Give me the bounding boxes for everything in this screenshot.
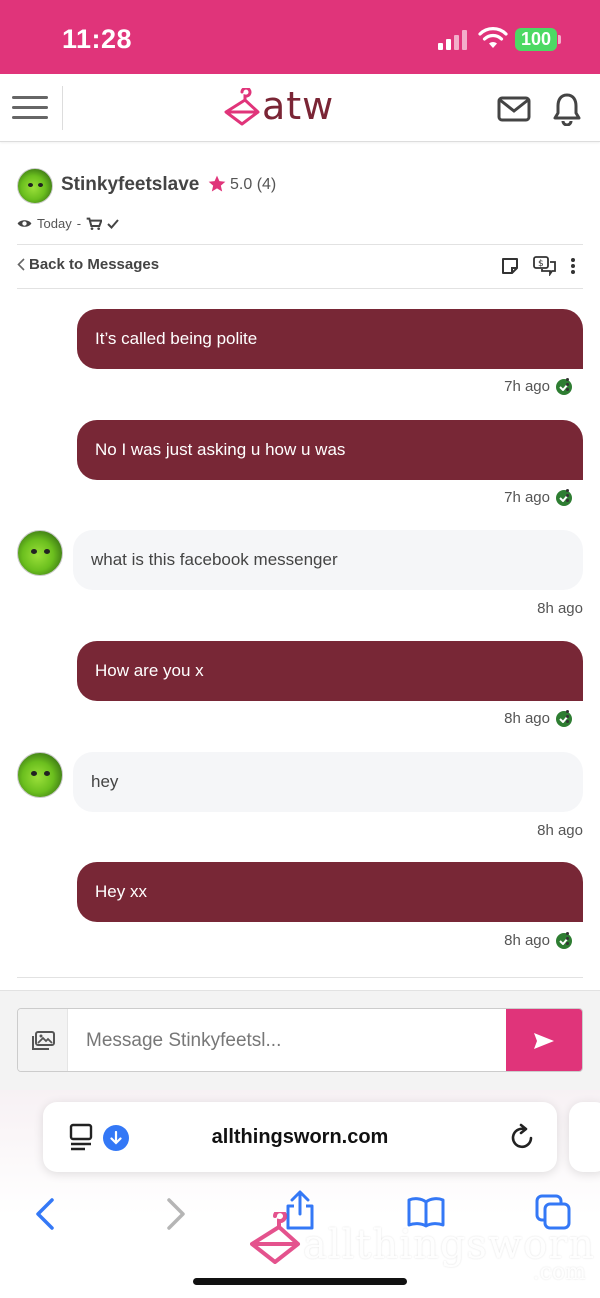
forward-icon[interactable] xyxy=(165,1197,187,1231)
sender-avatar[interactable] xyxy=(17,752,63,798)
last-seen-text: Today xyxy=(37,216,72,231)
avatar[interactable] xyxy=(17,168,53,204)
message-composer xyxy=(17,1008,583,1072)
message-menu-icon[interactable] xyxy=(566,931,569,945)
back-label: Back to Messages xyxy=(29,256,160,273)
read-check-icon xyxy=(556,489,572,506)
reload-icon[interactable] xyxy=(510,1123,536,1151)
cellular-signal-icon xyxy=(438,30,468,50)
rating-value: 5.0 xyxy=(230,176,253,193)
sent-message: It’s called being polite xyxy=(77,309,583,369)
battery-nub xyxy=(558,35,561,44)
read-check-icon xyxy=(556,932,572,949)
read-check-icon xyxy=(556,378,572,395)
bell-icon[interactable] xyxy=(552,92,582,126)
message-time: 7h ago xyxy=(504,378,550,395)
last-seen-row: Today - xyxy=(17,216,119,231)
received-message: hey xyxy=(73,752,583,812)
message-time: 8h ago xyxy=(504,932,550,949)
url-text[interactable]: allthingsworn.com xyxy=(43,1126,557,1149)
address-bar[interactable]: allthingsworn.com xyxy=(43,1102,557,1172)
status-time: 11:28 xyxy=(62,24,133,54)
message-menu-icon[interactable] xyxy=(566,709,569,723)
attach-photo-button[interactable] xyxy=(18,1009,68,1071)
wifi-icon xyxy=(478,27,508,48)
divider xyxy=(17,977,583,978)
message-menu-icon[interactable] xyxy=(566,377,569,391)
read-check-icon xyxy=(556,710,572,727)
battery-indicator: 100 xyxy=(515,28,557,51)
received-message: what is this facebook messenger xyxy=(73,530,583,590)
message-time: 8h ago xyxy=(504,710,550,727)
avatar xyxy=(17,530,63,576)
message-meta: 7h ago xyxy=(504,378,572,395)
meta-separator: - xyxy=(76,216,82,231)
message-meta: 7h ago xyxy=(504,489,572,506)
message-input[interactable] xyxy=(68,1009,508,1071)
message-menu-icon[interactable] xyxy=(566,488,569,502)
mail-icon[interactable] xyxy=(497,96,531,122)
status-bar: 11:28 100 xyxy=(0,0,600,74)
note-icon[interactable] xyxy=(501,257,519,275)
rating-count: (4) xyxy=(256,176,277,193)
back-to-messages-link[interactable]: Back to Messages xyxy=(17,256,159,273)
sender-avatar[interactable] xyxy=(17,530,63,576)
menu-icon[interactable] xyxy=(12,94,48,122)
message-meta: 8h ago xyxy=(504,710,572,727)
composer-area xyxy=(0,990,600,1090)
eye-icon xyxy=(17,220,32,227)
header-divider xyxy=(62,86,63,130)
conversation-tools: $ xyxy=(501,256,575,276)
home-indicator xyxy=(193,1278,407,1285)
sent-message: How are you x xyxy=(77,641,583,701)
watermark-suffix: .com xyxy=(532,1260,586,1285)
divider xyxy=(17,288,583,289)
svg-text:$: $ xyxy=(538,259,544,269)
app-header: atw xyxy=(0,74,600,142)
sent-message: Hey xx xyxy=(77,862,583,922)
chevron-left-icon xyxy=(17,258,25,271)
message-meta: 8h ago xyxy=(504,932,572,949)
star-icon xyxy=(208,175,226,192)
next-tab-peek[interactable] xyxy=(569,1102,600,1172)
seller-rating: 5.0 (4) xyxy=(230,176,276,194)
cart-icon xyxy=(86,217,103,230)
seller-name[interactable]: Stinkyfeetslave xyxy=(61,174,199,196)
back-icon[interactable] xyxy=(34,1197,56,1231)
avatar xyxy=(17,752,63,798)
message-time: 7h ago xyxy=(504,489,550,506)
checkmark-icon xyxy=(107,218,119,229)
send-icon xyxy=(534,1033,554,1049)
logo-text[interactable]: atw xyxy=(262,84,334,128)
money-chat-icon[interactable]: $ xyxy=(533,256,557,276)
send-button[interactable] xyxy=(506,1009,582,1071)
divider xyxy=(17,244,583,245)
message-time: 8h ago xyxy=(537,600,583,617)
hanger-logo-icon xyxy=(250,1212,300,1264)
message-time: 8h ago xyxy=(537,822,583,839)
browser-toolbar: allthingsworn.com allthingsworn .com xyxy=(0,1090,600,1298)
more-options-icon[interactable] xyxy=(571,256,575,276)
photo-gallery-icon xyxy=(31,1031,55,1050)
sent-message: No I was just asking u how u was xyxy=(77,420,583,480)
hanger-logo-icon[interactable] xyxy=(222,88,262,128)
